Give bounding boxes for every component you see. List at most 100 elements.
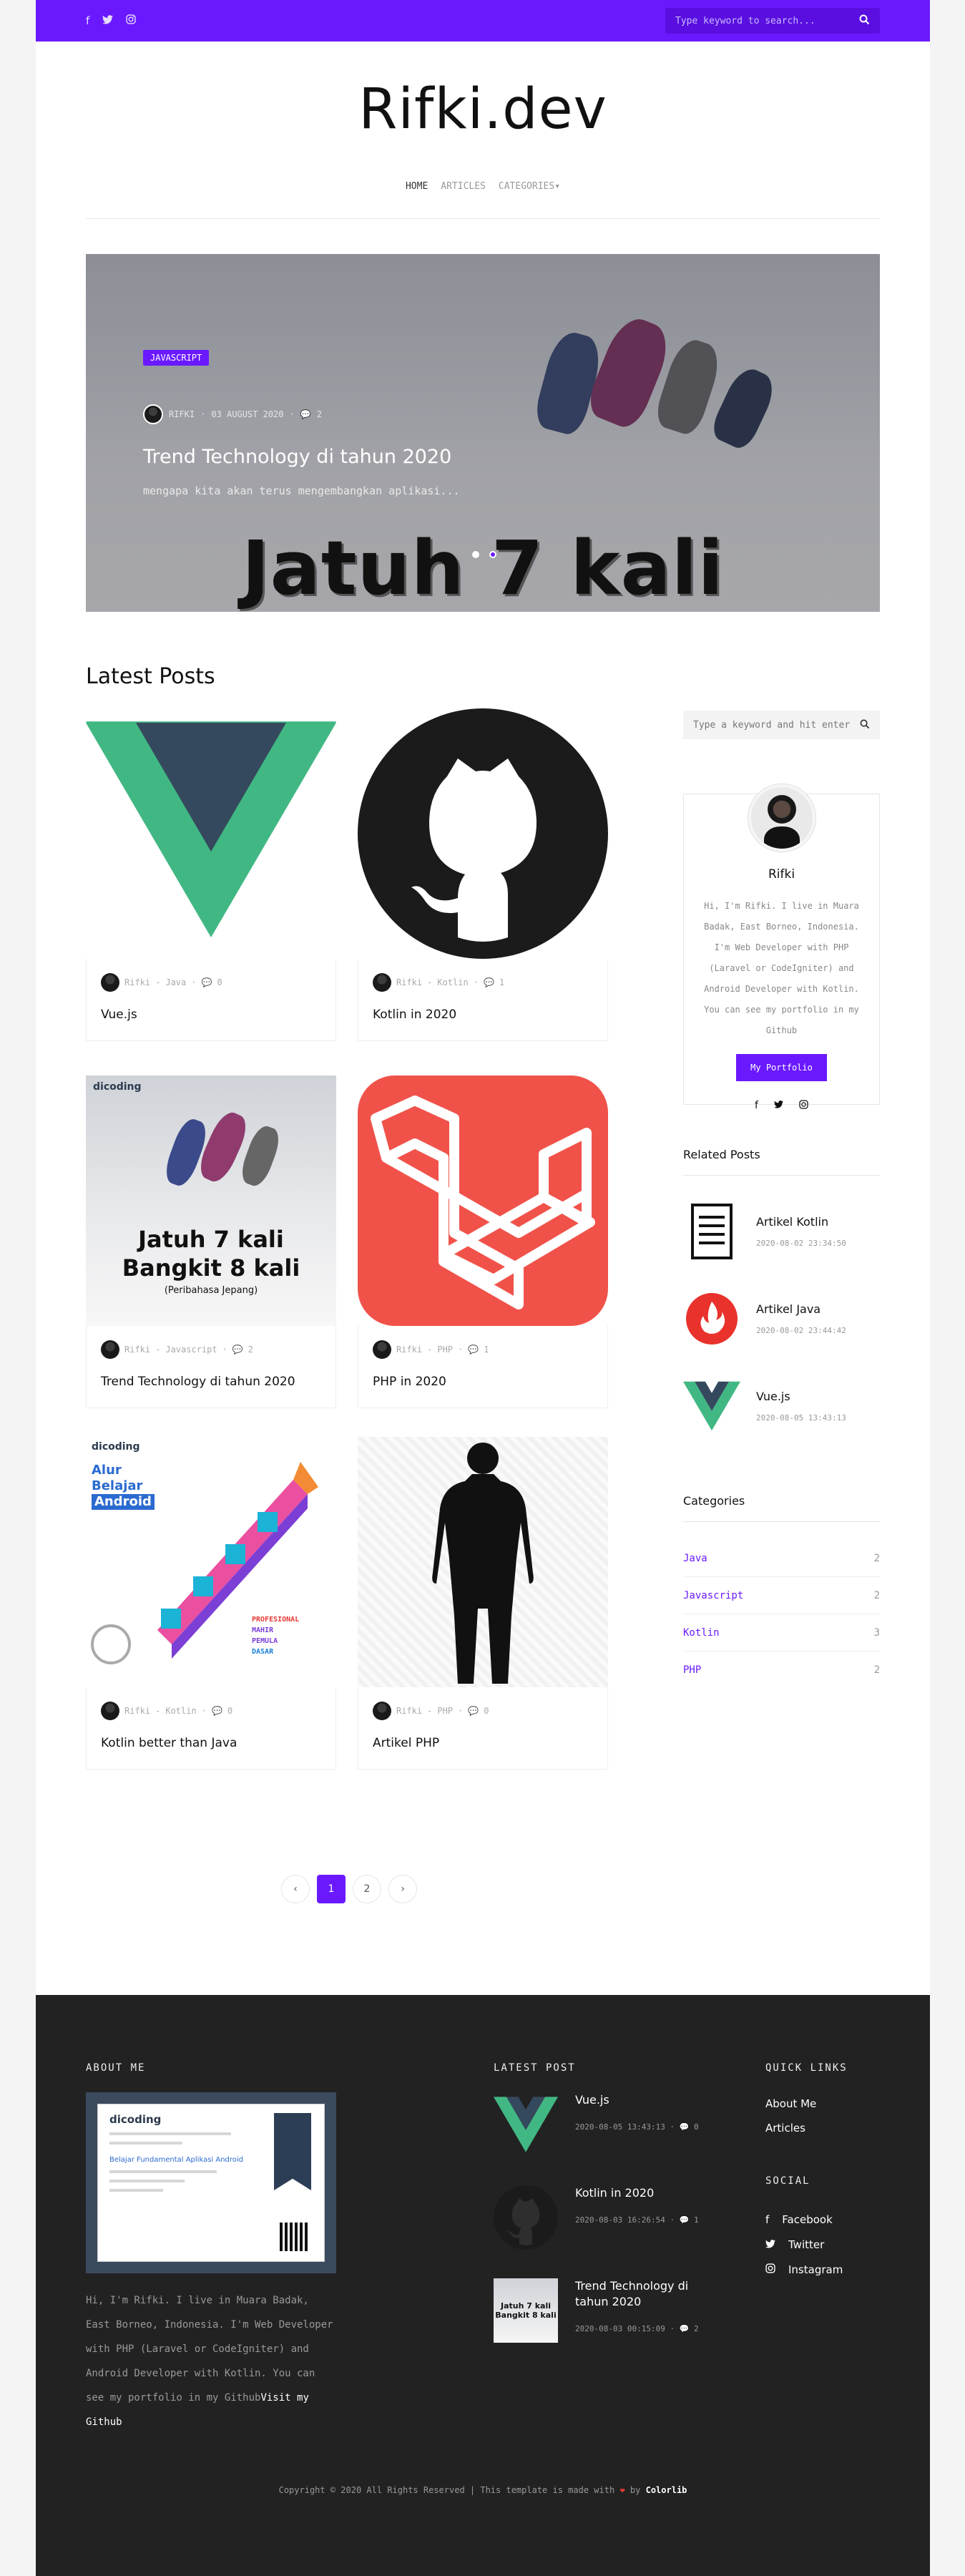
top-search-input[interactable] — [675, 15, 859, 26]
post-thumbnail[interactable] — [358, 1437, 608, 1687]
meta-separator: · — [201, 1706, 207, 1716]
hero-title[interactable]: Trend Technology di tahun 2020 — [143, 446, 451, 468]
portfolio-button[interactable]: My Portfolio — [736, 1054, 827, 1081]
category-name[interactable]: Kotlin — [683, 1627, 720, 1639]
facebook-icon[interactable]: f — [86, 14, 89, 27]
post-thumbnail[interactable] — [358, 1075, 608, 1326]
post-category[interactable]: Javascript — [165, 1345, 217, 1355]
certificate-line — [109, 2142, 182, 2145]
footer-social-instagram[interactable]: Instagram — [765, 2263, 843, 2276]
footer-post-comments: 0 — [694, 2122, 699, 2132]
post-title[interactable]: PHP in 2020 — [373, 1375, 593, 1389]
post-title[interactable]: Trend Technology di tahun 2020 — [101, 1375, 321, 1389]
post-title[interactable]: Kotlin in 2020 — [373, 1008, 593, 1022]
footer-post-meta: 2020-08-03 16:26:54 · 💬 1 — [575, 2215, 699, 2225]
slider-dot-active[interactable] — [489, 551, 496, 558]
category-name[interactable]: Javascript — [683, 1590, 743, 1601]
facebook-icon[interactable]: f — [755, 1100, 758, 1112]
search-icon[interactable] — [859, 14, 870, 28]
site-logo[interactable]: Rifki.dev — [36, 77, 930, 142]
post-card[interactable]: Rifki - PHP · 💬 0 Artikel PHP — [358, 1437, 608, 1770]
twitter-icon[interactable] — [773, 1100, 783, 1112]
footer-link-about[interactable]: About Me — [765, 2097, 816, 2110]
nav-home[interactable]: HOME — [406, 181, 428, 192]
related-post-title[interactable]: Vue.js — [756, 1390, 846, 1403]
comment-icon: 💬 — [468, 1345, 479, 1355]
category-item[interactable]: Javascript 2 — [683, 1577, 880, 1614]
comment-icon: 💬 — [679, 2215, 690, 2225]
post-thumbnail[interactable] — [86, 708, 336, 959]
post-category[interactable]: Kotlin — [437, 977, 468, 987]
vue-logo-icon — [494, 2092, 558, 2157]
sidebar-search-input[interactable] — [693, 719, 860, 731]
post-category[interactable]: Java — [165, 977, 186, 987]
related-post-title[interactable]: Artikel Kotlin — [756, 1215, 846, 1229]
pagination-page-1[interactable]: 1 — [317, 1875, 346, 1903]
footer-link-articles[interactable]: Articles — [765, 2122, 805, 2135]
footer-post-text: Kotlin in 2020 2020-08-03 16:26:54 · 💬 1 — [575, 2185, 699, 2250]
footer-social-twitter[interactable]: Twitter — [765, 2238, 824, 2251]
category-name[interactable]: Java — [683, 1553, 707, 1564]
related-post-title[interactable]: Artikel Java — [756, 1302, 846, 1316]
pagination-prev[interactable]: ‹ — [281, 1875, 310, 1903]
post-card[interactable]: dicoding Jatuh 7 kali Bangkit 8 kali (Pe… — [86, 1075, 336, 1408]
post-category[interactable]: PHP — [437, 1345, 453, 1355]
instagram-icon[interactable] — [799, 1100, 808, 1112]
copyright-text: Copyright © 2020 All Rights Reserved | T… — [278, 2485, 615, 2495]
footer-post-item[interactable]: Vue.js 2020-08-05 13:43:13 · 💬 0 — [494, 2092, 722, 2157]
pagination: ‹ 1 2 › — [281, 1875, 417, 1903]
nav-categories[interactable]: CATEGORIES▾ — [499, 181, 560, 192]
hero-meta: RIFKI · 03 AUGUST 2020 · 💬 2 — [143, 404, 322, 424]
pagination-page-2[interactable]: 2 — [353, 1875, 381, 1903]
category-item[interactable]: Kotlin 3 — [683, 1614, 880, 1652]
post-title[interactable]: Vue.js — [101, 1008, 321, 1022]
related-post-date: 2020-08-02 23:34:50 — [756, 1238, 846, 1248]
footer-latest-heading: LATEST POST — [494, 2062, 576, 2074]
post-title[interactable]: Artikel PHP — [373, 1736, 593, 1750]
post-thumbnail[interactable] — [358, 708, 608, 959]
category-count: 2 — [873, 1664, 880, 1676]
instagram-icon[interactable] — [126, 14, 136, 27]
meta-separator: · — [222, 1345, 227, 1355]
post-card[interactable]: Rifki - Java · 💬 0 Vue.js — [86, 708, 336, 1041]
footer-post-title[interactable]: Trend Technology di tahun 2020 — [575, 2278, 722, 2310]
footer-social-facebook[interactable]: f Facebook — [765, 2213, 833, 2226]
related-post-item[interactable]: Artikel Kotlin 2020-08-02 23:34:50 — [683, 1201, 880, 1262]
search-icon[interactable] — [860, 718, 870, 732]
post-category[interactable]: PHP — [437, 1706, 453, 1716]
footer-post-item[interactable]: Kotlin in 2020 2020-08-03 16:26:54 · 💬 1 — [494, 2185, 722, 2250]
category-item[interactable]: PHP 2 — [683, 1652, 880, 1689]
footer-post-title[interactable]: Kotlin in 2020 — [575, 2185, 699, 2201]
post-title[interactable]: Kotlin better than Java — [101, 1736, 321, 1750]
post-comments: 0 — [484, 1706, 489, 1716]
hero-category-badge[interactable]: JAVASCRIPT — [143, 350, 210, 366]
footer-post-title[interactable]: Vue.js — [575, 2092, 699, 2108]
divider — [683, 1521, 880, 1522]
category-item[interactable]: Java 2 — [683, 1540, 880, 1577]
post-card[interactable]: Rifki - PHP · 💬 1 PHP in 2020 — [358, 1075, 608, 1408]
caret-down-icon: ▾ — [554, 181, 561, 192]
meta-separator: - — [427, 1706, 433, 1716]
related-post-item[interactable]: Vue.js 2020-08-05 13:43:13 — [683, 1375, 880, 1436]
slider-dot[interactable] — [472, 551, 479, 558]
colorlib-link[interactable]: Colorlib — [646, 2485, 687, 2495]
post-author: Rifki — [396, 977, 423, 987]
related-post-item[interactable]: Artikel Java 2020-08-02 23:44:42 — [683, 1288, 880, 1349]
hero-slider[interactable]: JAVASCRIPT RIFKI · 03 AUGUST 2020 · 💬 2 … — [86, 254, 880, 612]
post-card-body: Rifki - Java · 💬 0 Vue.js — [86, 959, 336, 1041]
comment-icon: 💬 — [201, 977, 212, 987]
post-meta: Rifki - PHP · 💬 1 — [373, 1340, 593, 1359]
certificate-image[interactable]: dicoding Belajar Fundamental Aplikasi An… — [86, 2092, 336, 2273]
post-category[interactable]: Kotlin — [165, 1706, 196, 1716]
footer-quick-heading: QUICK LINKS — [765, 2062, 848, 2074]
post-thumbnail[interactable]: dicoding Alur Belajar Android PROFESIONA… — [86, 1437, 336, 1687]
hero-excerpt: mengapa kita akan terus mengembangkan ap… — [143, 484, 460, 497]
nav-articles[interactable]: ARTICLES — [441, 181, 486, 192]
twitter-icon[interactable] — [102, 14, 114, 27]
footer-post-item[interactable]: Jatuh 7 kali Bangkit 8 kali Trend Techno… — [494, 2278, 722, 2343]
post-card[interactable]: dicoding Alur Belajar Android PROFESIONA… — [86, 1437, 336, 1770]
post-card[interactable]: Rifki - Kotlin · 💬 1 Kotlin in 2020 — [358, 708, 608, 1041]
pagination-next[interactable]: › — [388, 1875, 417, 1903]
category-name[interactable]: PHP — [683, 1664, 701, 1676]
post-thumbnail[interactable]: dicoding Jatuh 7 kali Bangkit 8 kali (Pe… — [86, 1075, 336, 1326]
